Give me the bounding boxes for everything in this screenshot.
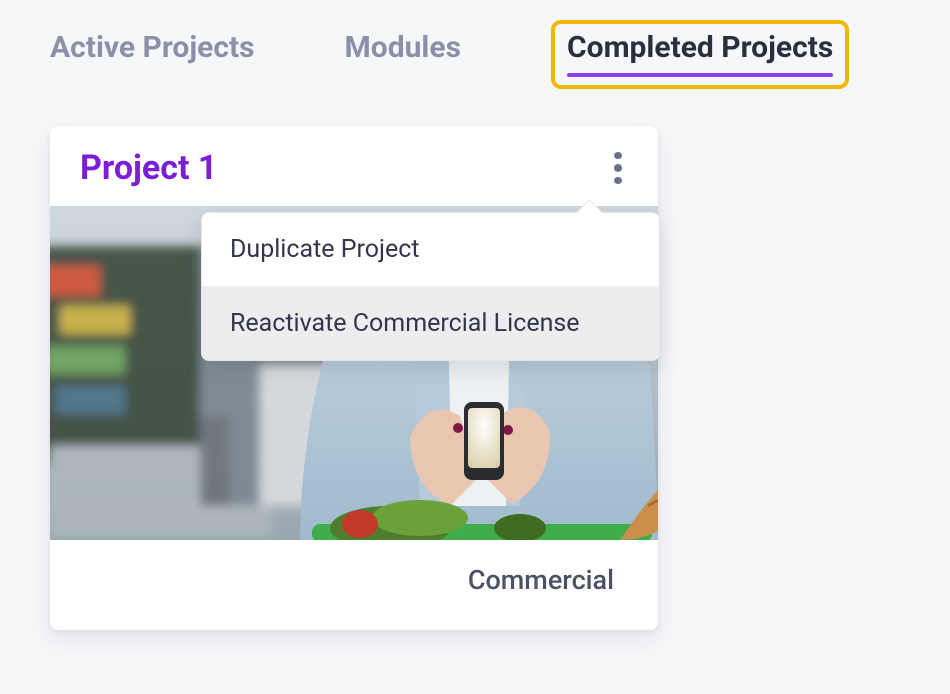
kebab-dot-icon [614, 164, 622, 171]
tab-completed-highlight: Completed Projects [551, 20, 849, 89]
project-card: Project 1 [50, 126, 658, 630]
tab-active-projects[interactable]: Active Projects [50, 30, 255, 77]
menu-item-reactivate-license[interactable]: Reactivate Commercial License [202, 286, 659, 360]
kebab-menu-button[interactable] [608, 152, 628, 184]
tab-modules[interactable]: Modules [345, 30, 461, 77]
tab-completed-projects[interactable]: Completed Projects [567, 30, 833, 77]
menu-item-duplicate[interactable]: Duplicate Project [202, 213, 659, 286]
card-header: Project 1 [50, 126, 658, 206]
kebab-dot-icon [614, 152, 622, 159]
project-type-label: Commercial [50, 540, 658, 630]
tab-bar: Active Projects Modules Completed Projec… [0, 0, 950, 89]
kebab-dot-icon [614, 177, 622, 184]
project-context-menu: Duplicate Project Reactivate Commercial … [201, 212, 660, 361]
project-title[interactable]: Project 1 [80, 148, 217, 188]
